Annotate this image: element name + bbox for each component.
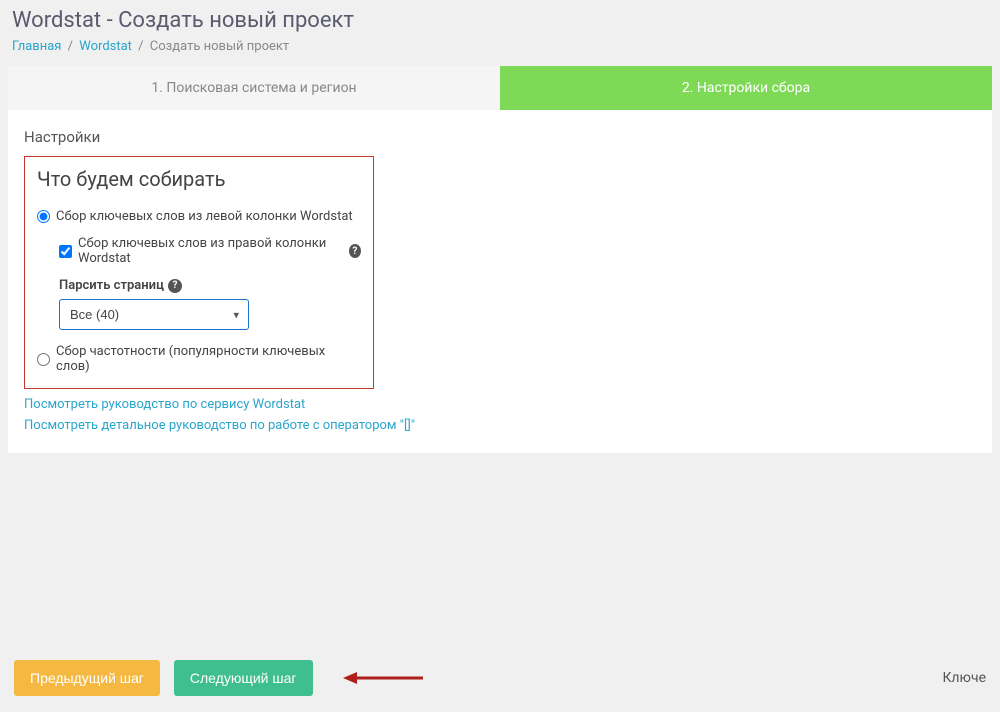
main-panel: Настройки Что будем собирать Сбор ключев… <box>8 110 992 453</box>
help-icon[interactable]: ? <box>168 279 182 293</box>
link-operator-guide[interactable]: Посмотреть детальное руководство по рабо… <box>24 416 976 437</box>
breadcrumb-separator: / <box>138 39 143 54</box>
help-icon[interactable]: ? <box>349 244 361 258</box>
arrow-annotation <box>343 668 423 688</box>
breadcrumb-wordstat[interactable]: Wordstat <box>79 39 132 54</box>
footer-right-text: Ключе <box>942 670 986 686</box>
link-wordstat-guide[interactable]: Посмотреть руководство по сервису Wordst… <box>24 395 976 416</box>
parse-pages-select-wrap: Все (40) <box>59 299 249 330</box>
step-settings[interactable]: 2. Настройки сбора <box>500 66 992 110</box>
config-box: Что будем собирать Сбор ключевых слов из… <box>24 156 374 389</box>
breadcrumb: Главная / Wordstat / Создать новый проек… <box>0 37 1000 66</box>
next-step-button[interactable]: Следующий шаг <box>174 660 313 696</box>
checkbox-right-column[interactable]: Сбор ключевых слов из правой колонки Wor… <box>59 236 361 266</box>
radio-left-column[interactable]: Сбор ключевых слов из левой колонки Word… <box>37 209 361 224</box>
parse-pages-label: Парсить страниц ? <box>59 278 361 293</box>
radio-frequency[interactable]: Сбор частотности (популярности ключевых … <box>37 344 361 374</box>
steps-nav: 1. Поисковая система и регион 2. Настрой… <box>8 66 992 110</box>
checkbox-right-label: Сбор ключевых слов из правой колонки Wor… <box>78 236 343 266</box>
help-links: Посмотреть руководство по сервису Wordst… <box>24 395 976 437</box>
prev-step-button[interactable]: Предыдущий шаг <box>14 660 160 696</box>
settings-label: Настройки <box>24 128 976 146</box>
breadcrumb-current: Создать новый проект <box>150 39 289 54</box>
radio-frequency-label: Сбор частотности (популярности ключевых … <box>56 344 361 374</box>
checkbox-right-input[interactable] <box>59 245 72 258</box>
radio-left-label: Сбор ключевых слов из левой колонки Word… <box>56 209 353 224</box>
breadcrumb-separator: / <box>68 39 73 54</box>
radio-frequency-input[interactable] <box>37 353 50 366</box>
footer-bar: Предыдущий шаг Следующий шаг Ключе <box>0 660 1000 696</box>
breadcrumb-home[interactable]: Главная <box>12 39 61 54</box>
parse-pages-select[interactable]: Все (40) <box>59 299 249 330</box>
page-title: Wordstat - Создать новый проект <box>0 0 1000 37</box>
step-search-region[interactable]: 1. Поисковая система и регион <box>8 66 500 110</box>
config-heading: Что будем собирать <box>37 167 361 191</box>
radio-left-input[interactable] <box>37 210 50 223</box>
